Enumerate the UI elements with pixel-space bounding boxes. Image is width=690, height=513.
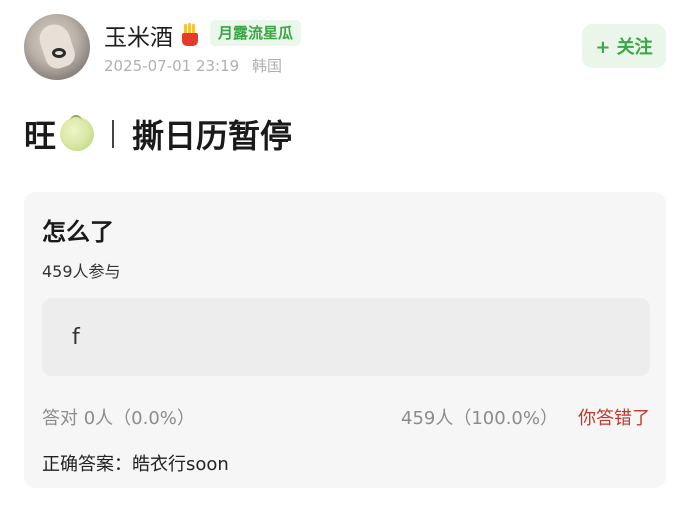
correct-answer: 正确答案：皓衣行soon bbox=[42, 450, 229, 476]
wrong-stats-group: 459人（100.0%） 你答错了 bbox=[401, 404, 650, 430]
answer-value: 皓衣行soon bbox=[132, 454, 229, 475]
post-title: 旺 撕日历暂停 bbox=[24, 112, 292, 156]
melon-icon bbox=[60, 115, 95, 151]
fries-icon bbox=[179, 23, 201, 47]
title-divider bbox=[112, 120, 115, 148]
username-text: 玉米酒 bbox=[104, 25, 173, 51]
post-date: 2025-07-01 23:19 bbox=[104, 57, 240, 75]
quiz-card: 怎么了 459人参与 f 答对 0人（0.0%） 459人（100.0%） 你答… bbox=[24, 192, 666, 488]
avatar[interactable] bbox=[24, 14, 90, 80]
correct-stats: 答对 0人（0.0%） bbox=[42, 408, 195, 429]
participant-count: 459人参与 bbox=[42, 262, 121, 281]
title-left-text: 旺 bbox=[24, 117, 57, 155]
quiz-stats: 答对 0人（0.0%） 459人（100.0%） 你答错了 bbox=[42, 404, 650, 430]
title-right-text: 撕日历暂停 bbox=[132, 117, 293, 155]
quiz-option[interactable]: f bbox=[42, 298, 650, 376]
fan-tag-badge[interactable]: 月露流星瓜 bbox=[210, 20, 302, 46]
quiz-option-text: f bbox=[72, 324, 80, 350]
your-result: 你答错了 bbox=[578, 408, 650, 429]
follow-button[interactable]: + 关注 bbox=[582, 24, 666, 68]
post-location: 韩国 bbox=[251, 57, 282, 75]
username[interactable]: 玉米酒 bbox=[104, 18, 201, 52]
wrong-stats: 459人（100.0%） bbox=[401, 408, 558, 429]
answer-label: 正确答案： bbox=[42, 454, 132, 475]
quiz-question: 怎么了 bbox=[42, 218, 114, 246]
post-meta: 2025-07-01 23:19 韩国 bbox=[104, 55, 282, 76]
post-header: 玉米酒 月露流星瓜 2025-07-01 23:19 韩国 + 关注 bbox=[0, 0, 690, 100]
